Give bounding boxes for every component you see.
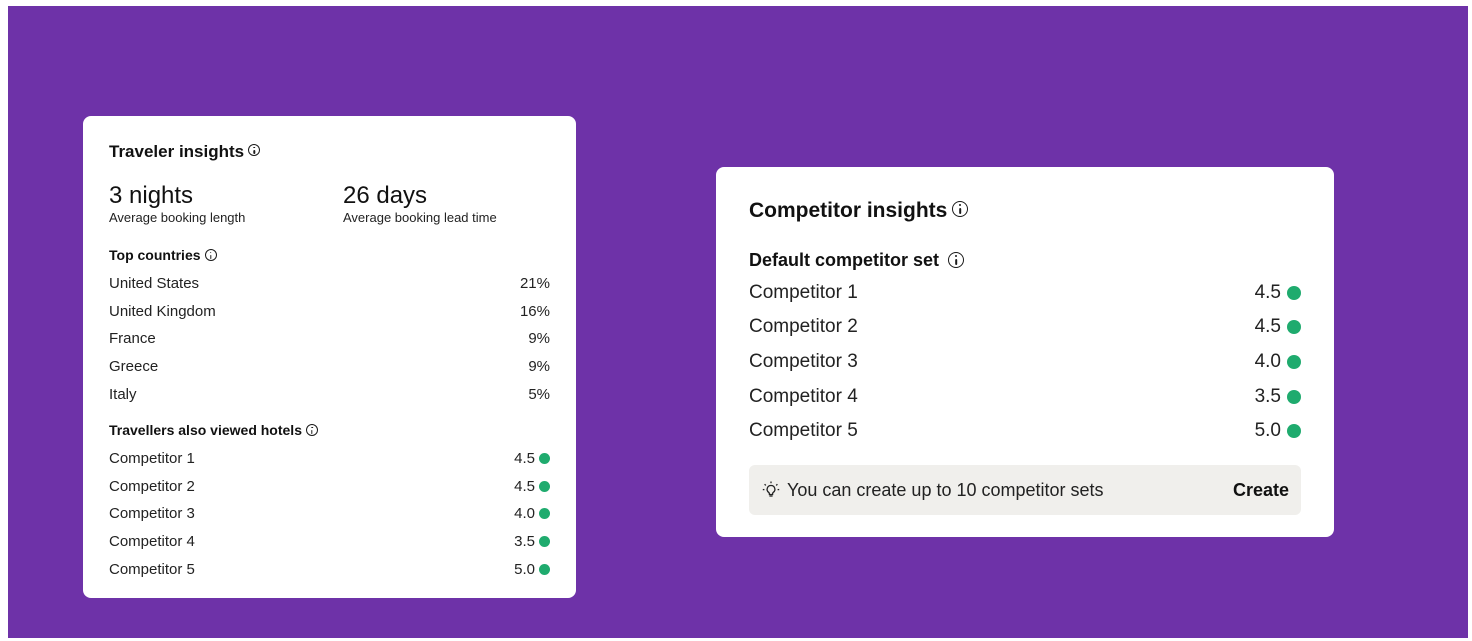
score-dot-icon: [1287, 390, 1301, 404]
info-icon[interactable]: [204, 249, 217, 261]
traveler-insights-heading: Traveler insights: [109, 142, 261, 162]
competitor-insights-heading: Competitor insights: [749, 199, 969, 223]
country-row: Italy 5%: [109, 384, 550, 404]
country-percent: 21%: [519, 274, 550, 292]
country-name: United States: [109, 274, 200, 292]
score-dot-icon: [539, 507, 550, 519]
stat-label: Average booking lead time: [343, 210, 497, 225]
top-countries-heading: Top countries: [109, 247, 217, 263]
stat-lead-time: 26 days Average booking lead time: [343, 182, 497, 225]
competitor-name: Competitor 4: [749, 386, 858, 407]
competitor-score: 4.5: [1254, 282, 1281, 303]
competitor-name: Competitor 2: [749, 316, 858, 337]
hotel-row: Competitor 3 4.0: [109, 503, 550, 523]
score-dot-icon: [1287, 424, 1301, 438]
country-name: United Kingdom: [109, 302, 216, 320]
country-name: France: [109, 329, 156, 347]
score-dot-icon: [539, 480, 550, 492]
also-viewed-heading: Travellers also viewed hotels: [109, 422, 318, 438]
lightbulb-icon: [762, 481, 780, 497]
also-viewed-title: Travellers also viewed hotels: [109, 422, 302, 438]
hotel-name: Competitor 4: [109, 532, 195, 550]
score-dot-icon: [539, 563, 550, 575]
competitor-score: 3.5: [1254, 386, 1281, 407]
competitor-insights-title: Competitor insights: [749, 199, 948, 222]
hotel-name: Competitor 5: [109, 560, 195, 578]
hotel-score: 4.5: [514, 477, 535, 495]
score-dot-icon: [539, 452, 550, 464]
stat-value: 26 days: [343, 182, 428, 209]
country-percent: 5%: [528, 385, 550, 403]
competitor-row: Competitor 5 5.0: [749, 419, 1301, 443]
competitor-name: Competitor 5: [749, 420, 858, 441]
competitor-row: Competitor 4 3.5: [749, 385, 1301, 409]
hotel-name: Competitor 1: [109, 449, 195, 467]
competitor-row: Competitor 3 4.0: [749, 350, 1301, 374]
hotel-score: 4.0: [514, 504, 535, 522]
hotel-row: Competitor 4 3.5: [109, 531, 550, 551]
competitor-sets-banner: You can create up to 10 competitor sets …: [749, 465, 1301, 515]
score-dot-icon: [1287, 320, 1301, 334]
country-row: Greece 9%: [109, 356, 550, 376]
competitor-score: 4.0: [1254, 351, 1281, 372]
score-dot-icon: [1287, 286, 1301, 300]
info-icon[interactable]: [248, 144, 261, 156]
default-set-heading: Default competitor set: [749, 250, 965, 271]
default-set-title: Default competitor set: [749, 250, 940, 270]
stat-booking-length: 3 nights Average booking length: [109, 182, 245, 225]
hotel-row: Competitor 5 5.0: [109, 559, 550, 579]
competitor-name: Competitor 3: [749, 351, 858, 372]
banner-message: You can create up to 10 competitor sets: [761, 480, 1104, 501]
competitor-row: Competitor 2 4.5: [749, 315, 1301, 339]
stat-label: Average booking length: [109, 210, 246, 225]
info-icon[interactable]: [948, 252, 965, 268]
score-dot-icon: [539, 535, 550, 547]
competitor-insights-card: Competitor insights Default competitor s…: [716, 167, 1334, 537]
info-icon[interactable]: [952, 201, 969, 217]
country-row: United Kingdom 16%: [109, 301, 550, 321]
country-percent: 16%: [519, 302, 550, 320]
hotel-score: 4.5: [514, 449, 535, 467]
country-name: Greece: [109, 357, 159, 375]
country-row: United States 21%: [109, 273, 550, 293]
hotel-score: 5.0: [514, 560, 535, 578]
country-percent: 9%: [528, 357, 550, 375]
top-countries-title: Top countries: [109, 247, 201, 263]
stat-value: 3 nights: [109, 182, 194, 209]
competitor-score: 5.0: [1254, 420, 1281, 441]
hotel-name: Competitor 2: [109, 477, 195, 495]
traveler-insights-title: Traveler insights: [109, 142, 245, 161]
create-button[interactable]: Create: [1233, 480, 1289, 501]
banner-text: You can create up to 10 competitor sets: [787, 479, 1104, 500]
info-icon[interactable]: [306, 424, 318, 436]
competitor-name: Competitor 1: [749, 282, 858, 303]
hotel-name: Competitor 3: [109, 504, 195, 522]
score-dot-icon: [1287, 355, 1301, 369]
competitor-row: Competitor 1 4.5: [749, 281, 1301, 305]
hotel-row: Competitor 2 4.5: [109, 476, 550, 496]
country-row: France 9%: [109, 328, 550, 348]
purple-backdrop: Traveler insights 3 nights Average booki…: [8, 6, 1468, 638]
hotel-row: Competitor 1 4.5: [109, 448, 550, 468]
traveler-insights-card: Traveler insights 3 nights Average booki…: [83, 116, 576, 598]
country-percent: 9%: [528, 329, 550, 347]
competitor-score: 4.5: [1254, 316, 1281, 337]
country-name: Italy: [109, 385, 137, 403]
hotel-score: 3.5: [514, 532, 535, 550]
